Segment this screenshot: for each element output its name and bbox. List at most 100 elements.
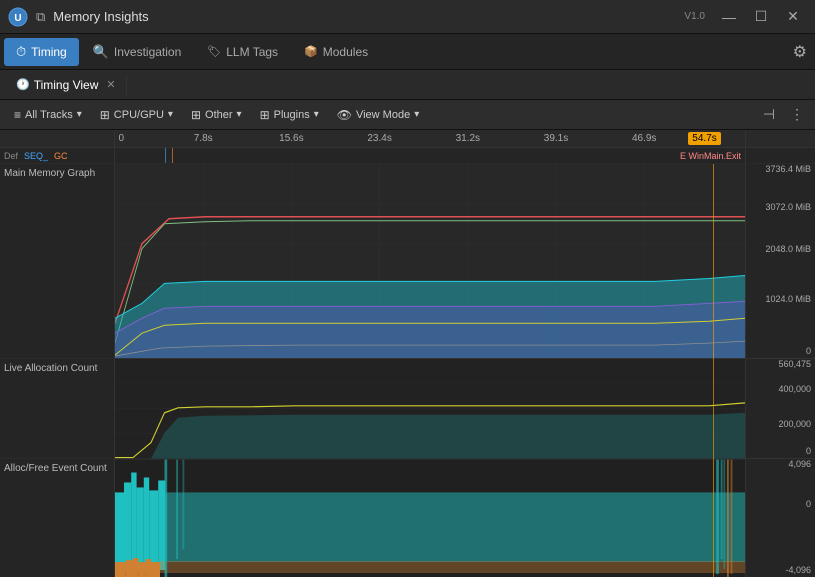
time-marker-15s: 15.6s <box>279 133 303 144</box>
timing-view-close-icon[interactable]: ✕ <box>106 78 115 91</box>
view-mode-button[interactable]: 👁 View Mode ▾ <box>329 105 427 125</box>
live-alloc-axis: 560,475 400,000 200,000 0 <box>746 359 815 459</box>
modules-tab-icon: 📦 <box>304 45 318 58</box>
live-allocation-count-label-area: Live Allocation Count <box>0 359 114 459</box>
timing-tab-label: Timing <box>31 45 67 59</box>
time-marker-23s: 23.4s <box>367 133 391 144</box>
plugins-icon: ⊞ <box>260 108 270 122</box>
main-memory-graph-label-area: Main Memory Graph <box>0 164 114 359</box>
plugins-chevron-icon: ▾ <box>314 109 319 120</box>
alloc-label-560: 560,475 <box>778 359 811 369</box>
tab-llm-tags[interactable]: 🏷 LLM Tags <box>195 38 290 66</box>
alloc-free-event-count-label: Alloc/Free Event Count <box>4 463 107 474</box>
chart-svg <box>115 164 745 577</box>
all-tracks-icon: ≡ <box>14 108 21 122</box>
title-text: Memory Insights <box>53 9 148 24</box>
other-chevron-icon: ▾ <box>237 109 242 120</box>
charts-container[interactable] <box>115 164 745 577</box>
right-axis-panel: 3736.4 MiB 3072.0 MiB 2048.0 MiB 1024.0 … <box>745 130 815 577</box>
minimize-button[interactable]: — <box>715 3 743 31</box>
time-ruler: 0 7.8s 15.6s 23.4s 31.2s 39.1s 46.9s 54.… <box>115 130 745 148</box>
cpu-gpu-label: CPU/GPU <box>114 109 164 121</box>
alloc-label-0: 0 <box>806 446 811 456</box>
event-label-neg4096: -4,096 <box>785 565 811 575</box>
cpu-gpu-icon: ⊞ <box>100 108 110 122</box>
more-options-button[interactable]: ⋮ <box>785 103 809 127</box>
title-left: U ⧉ Memory Insights <box>8 7 149 27</box>
alloc-free-axis: 4,096 0 -4,096 <box>746 459 815 577</box>
bookmark-spacer: Def SEQ_ GC <box>0 148 114 164</box>
modules-tab-label: Modules <box>323 45 368 59</box>
llm-tags-tab-label: LLM Tags <box>226 45 278 59</box>
all-tracks-chevron-icon: ▾ <box>77 109 82 120</box>
live-allocation-count-label: Live Allocation Count <box>4 363 97 374</box>
all-tracks-label: All Tracks <box>25 109 73 121</box>
secondary-tab-bar: 🕐 Timing View ✕ <box>0 70 815 100</box>
event-label-0: 0 <box>806 499 811 509</box>
tab-investigation[interactable]: 🔍 Investigation <box>81 38 194 66</box>
timing-view-tab-label: Timing View <box>34 78 99 92</box>
ruler-spacer <box>0 130 114 148</box>
eye-icon: 👁 <box>337 108 352 122</box>
right-bookmark-spacer <box>746 148 815 164</box>
view-mode-label: View Mode <box>356 109 410 121</box>
view-mode-chevron-icon: ▾ <box>414 109 419 120</box>
version-label: V1.0 <box>684 11 705 22</box>
mem-label-0: 0 <box>806 346 811 356</box>
time-marker-46s: 46.9s <box>632 133 656 144</box>
title-bar: U ⧉ Memory Insights V1.0 — ☐ ✕ <box>0 0 815 34</box>
alloc-label-200k: 200,000 <box>778 419 811 429</box>
other-label: Other <box>205 109 233 121</box>
winmain-exit-label: E WinMain.Exit <box>680 151 741 161</box>
close-button[interactable]: ✕ <box>779 3 807 31</box>
bookmark-row: E WinMain.Exit <box>115 148 745 164</box>
maximize-button[interactable]: ☐ <box>747 3 775 31</box>
main-memory-graph-label: Main Memory Graph <box>4 168 95 179</box>
gc-marker-line <box>172 148 173 163</box>
mem-label-2048: 2048.0 MiB <box>765 244 811 254</box>
mem-label-3072: 3072.0 MiB <box>765 202 811 212</box>
title-controls: V1.0 — ☐ ✕ <box>684 3 807 31</box>
other-button[interactable]: ⊞ Other ▾ <box>183 105 250 125</box>
plugins-button[interactable]: ⊞ Plugins ▾ <box>252 105 327 125</box>
investigation-tab-icon: 🔍 <box>93 44 109 60</box>
tab-timing[interactable]: ⏱ Timing <box>4 38 79 66</box>
time-marker-0: 0 <box>119 133 125 144</box>
bookmark-gc-label: GC <box>54 151 68 161</box>
all-tracks-button[interactable]: ≡ All Tracks ▾ <box>6 105 90 125</box>
bookmark-seq-label: SEQ_ <box>24 151 48 161</box>
alloc-label-400k: 400,000 <box>778 384 811 394</box>
right-ruler-spacer <box>746 130 815 148</box>
investigation-tab-label: Investigation <box>114 45 181 59</box>
llm-tags-tab-icon: 🏷 <box>207 45 221 58</box>
chart-area: 0 7.8s 15.6s 23.4s 31.2s 39.1s 46.9s 54.… <box>115 130 745 577</box>
main-tab-bar: ⏱ Timing 🔍 Investigation 🏷 LLM Tags 📦 Mo… <box>0 34 815 70</box>
plugins-label: Plugins <box>274 109 310 121</box>
seq-marker-line <box>165 148 166 163</box>
time-marker-39s: 39.1s <box>544 133 568 144</box>
other-icon: ⊞ <box>191 108 201 122</box>
app-logo-icon: U <box>8 7 28 27</box>
mem-label-1024: 1024.0 MiB <box>765 294 811 304</box>
cpu-gpu-button[interactable]: ⊞ CPU/GPU ▾ <box>92 105 181 125</box>
tab-modules[interactable]: 📦 Modules <box>292 38 380 66</box>
clock-icon: 🕐 <box>16 78 30 91</box>
alloc-free-event-count-label-area: Alloc/Free Event Count <box>0 459 114 577</box>
pin-button[interactable]: ⊣ <box>757 103 781 127</box>
track-labels-panel: Def SEQ_ GC Main Memory Graph Live Alloc… <box>0 130 115 577</box>
time-highlight-54s: 54.7s <box>688 132 720 145</box>
memory-graph-axis: 3736.4 MiB 3072.0 MiB 2048.0 MiB 1024.0 … <box>746 164 815 359</box>
event-label-4096: 4,096 <box>788 459 811 469</box>
timing-tab-icon: ⏱ <box>16 44 26 60</box>
svg-text:U: U <box>14 13 21 24</box>
secondary-tab-timing-view[interactable]: 🕐 Timing View ✕ <box>6 75 127 95</box>
toolbar: ≡ All Tracks ▾ ⊞ CPU/GPU ▾ ⊞ Other ▾ ⊞ P… <box>0 100 815 130</box>
window-icon: ⧉ <box>36 9 45 25</box>
cpu-gpu-chevron-icon: ▾ <box>168 109 173 120</box>
mem-label-3736: 3736.4 MiB <box>765 164 811 174</box>
main-content: Def SEQ_ GC Main Memory Graph Live Alloc… <box>0 130 815 577</box>
time-marker-7s: 7.8s <box>194 133 213 144</box>
time-marker-31s: 31.2s <box>456 133 480 144</box>
bookmark-def-label: Def <box>4 151 18 161</box>
settings-icon[interactable]: ⚙ <box>789 40 811 65</box>
